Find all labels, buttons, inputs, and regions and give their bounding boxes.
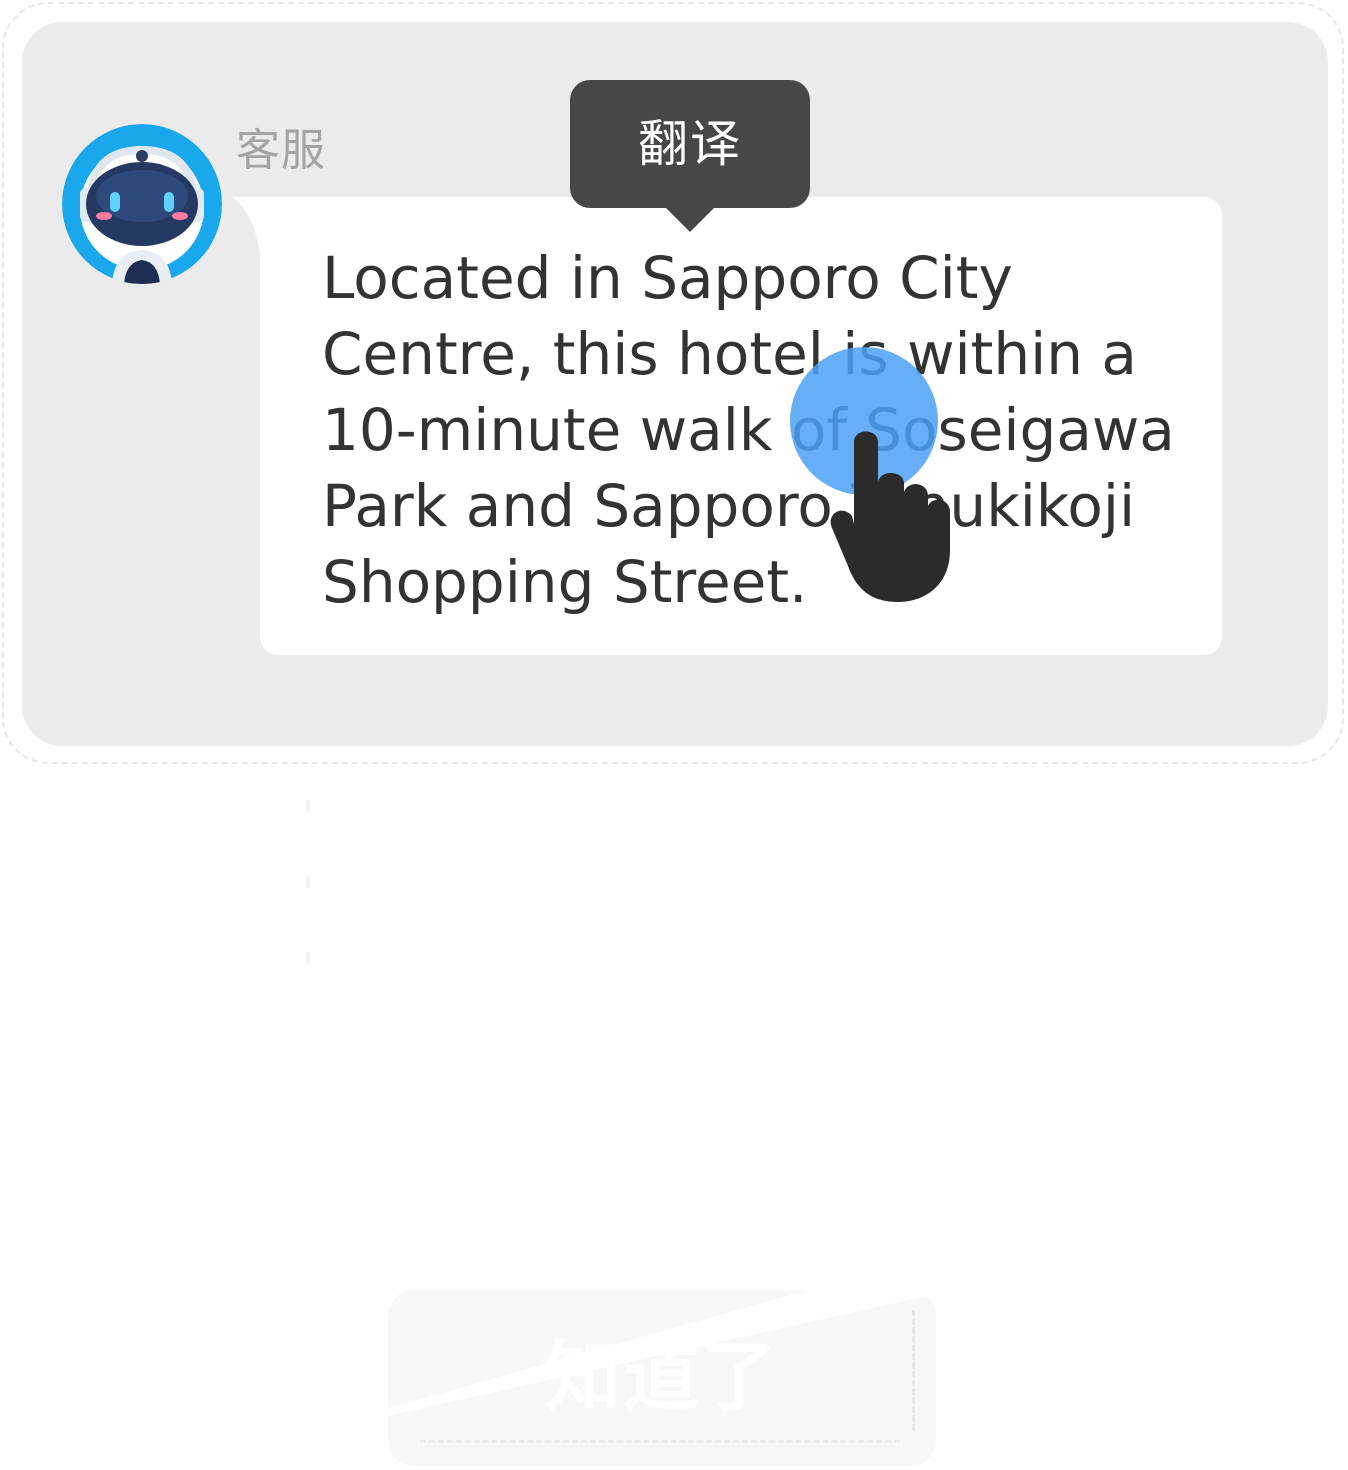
- pointing-hand-icon: [830, 431, 950, 602]
- robot-avatar-icon[interactable]: [62, 124, 222, 284]
- faint-mark: [306, 876, 310, 888]
- button-dash-right: [912, 1310, 915, 1430]
- bubble-tail: [232, 197, 262, 277]
- tooltip-arrow: [664, 206, 716, 232]
- sender-name: 客服: [236, 125, 326, 176]
- message-text[interactable]: Located in Sapporo City Centre, this hot…: [322, 240, 1202, 620]
- faint-mark: [306, 952, 310, 964]
- faint-mark: [306, 800, 310, 812]
- button-dash-bottom: [420, 1440, 900, 1443]
- translate-button[interactable]: 翻译: [570, 80, 810, 208]
